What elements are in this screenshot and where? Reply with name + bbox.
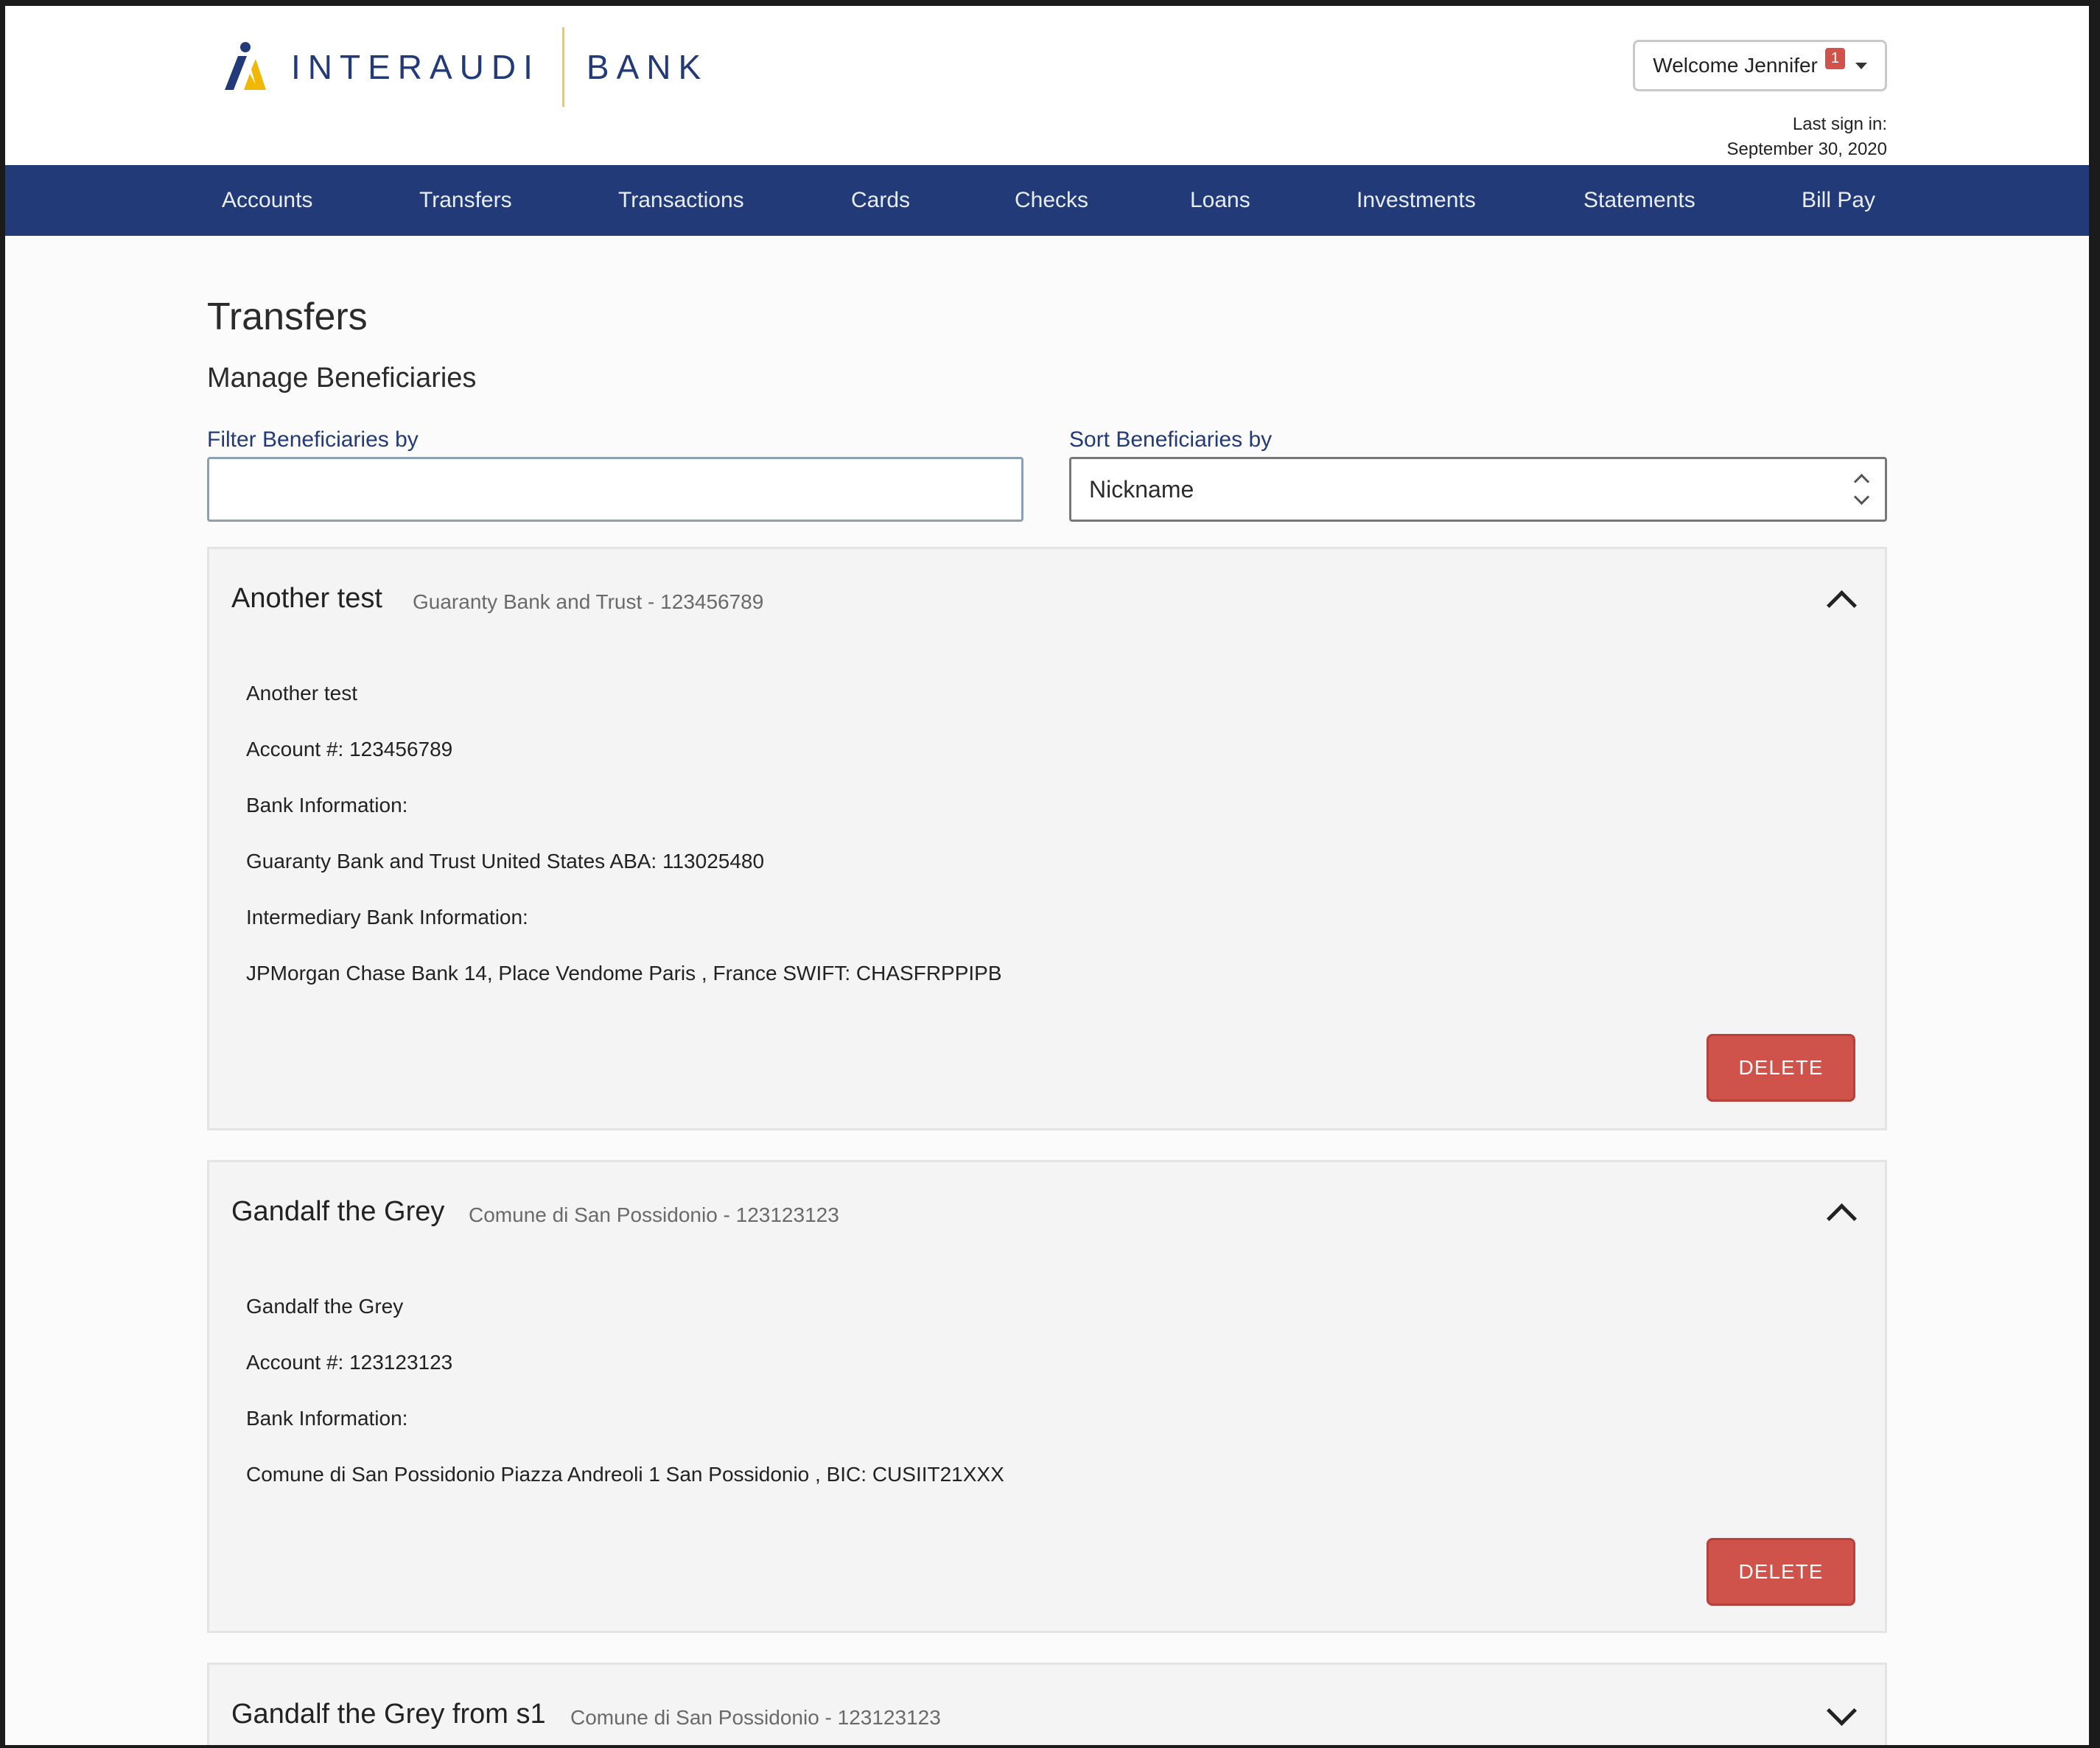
main-nav: Accounts Transfers Transactions Cards Ch… [5,165,2089,236]
detail-line: Account #: 123456789 [246,738,453,761]
detail-line: Gandalf the Grey [246,1295,404,1318]
notification-badge: 1 [1824,47,1845,69]
beneficiary-summary: Comune di San Possidonio - 123123123 [570,1706,941,1729]
user-menu-button[interactable]: Welcome Jennifer 1 [1633,40,1887,91]
select-arrows-icon [1853,473,1870,506]
beneficiary-card: Another test Guaranty Bank and Trust - 1… [207,547,1887,1130]
beneficiary-summary: Comune di San Possidonio - 123123123 [469,1203,839,1226]
detail-line: Intermediary Bank Information: [246,906,528,929]
detail-line: Another test [246,682,357,705]
logo-divider [561,27,564,107]
bank-logo[interactable]: INTERAUDI BANK [222,27,708,108]
last-sign-in-label: Last sign in: [1792,114,1887,134]
section-subtitle: Manage Beneficiaries [207,363,477,394]
sort-label: Sort Beneficiaries by [1069,427,1273,452]
detail-line: Bank Information: [246,794,408,817]
detail-line: JPMorgan Chase Bank 14, Place Vendome Pa… [246,962,1002,985]
site-header: INTERAUDI BANK Welcome Jennifer 1 Last s… [5,6,2089,165]
beneficiary-card-header[interactable]: Gandalf the Grey from s1 Comune di San P… [209,1665,1885,1745]
caret-down-icon [1855,62,1867,69]
sort-select-value: Nickname [1089,475,1194,503]
beneficiary-card: Gandalf the Grey Comune di San Possidoni… [207,1160,1887,1633]
nav-item-transfers[interactable]: Transfers [419,165,512,236]
detail-line: Bank Information: [246,1407,408,1430]
nav-item-statements[interactable]: Statements [1583,165,1695,236]
beneficiary-name: Another test [231,583,382,614]
nav-item-transactions[interactable]: Transactions [618,165,744,236]
welcome-text: Welcome Jennifer [1653,54,1818,77]
delete-button[interactable]: DELETE [1707,1034,1855,1102]
detail-line: Account #: 123123123 [246,1351,453,1374]
page-title: Transfers [207,296,368,338]
nav-item-investments[interactable]: Investments [1357,165,1476,236]
browser-window: INTERAUDI BANK Welcome Jennifer 1 Last s… [5,6,2089,1745]
logo-text-bank: BANK [586,48,709,86]
detail-line: Comune di San Possidonio Piazza Andreoli… [246,1463,1004,1486]
beneficiary-name: Gandalf the Grey [231,1196,445,1227]
nav-item-cards[interactable]: Cards [851,165,910,236]
chevron-down-icon[interactable] [1826,1695,1858,1727]
filter-label: Filter Beneficiaries by [207,427,419,452]
nav-item-loans[interactable]: Loans [1190,165,1250,236]
beneficiary-name: Gandalf the Grey from s1 [231,1699,546,1730]
beneficiary-card-header[interactable]: Gandalf the Grey Comune di San Possidoni… [209,1162,1885,1261]
nav-item-checks[interactable]: Checks [1015,165,1088,236]
last-sign-in: Last sign in: September 30, 2020 [1727,112,1888,162]
sort-select[interactable]: Nickname [1069,457,1887,522]
beneficiary-card-header[interactable]: Another test Guaranty Bank and Trust - 1… [209,549,1885,648]
nav-item-bill-pay[interactable]: Bill Pay [1802,165,1875,236]
logo-text-interaudi: INTERAUDI [291,48,540,86]
nav-item-accounts[interactable]: Accounts [222,165,312,236]
logo-mark-icon [222,41,269,93]
chevron-up-icon[interactable] [1826,1203,1858,1234]
delete-button[interactable]: DELETE [1707,1538,1855,1606]
beneficiary-card: Gandalf the Grey from s1 Comune di San P… [207,1663,1887,1745]
chevron-up-icon[interactable] [1826,590,1858,621]
filter-input[interactable] [207,457,1023,522]
last-sign-in-date: September 30, 2020 [1726,139,1888,159]
detail-line: Guaranty Bank and Trust United States AB… [246,850,765,873]
beneficiary-summary: Guaranty Bank and Trust - 123456789 [413,590,764,613]
